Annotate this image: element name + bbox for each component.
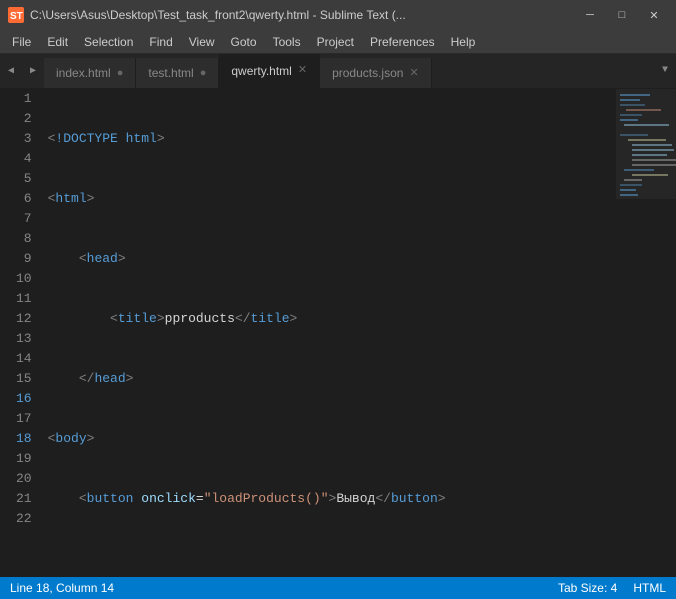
code-line-5: </head> [48,369,616,389]
svg-text:ST: ST [10,11,23,22]
cursor-position[interactable]: Line 18, Column 14 [10,581,114,595]
minimize-button[interactable]: ─ [576,5,604,25]
tab-size[interactable]: Tab Size: 4 [558,581,617,595]
menu-preferences[interactable]: Preferences [362,30,443,53]
tab-overflow-button[interactable]: ▼ [654,54,676,88]
code-line-8 [48,549,616,569]
app-icon: ST [8,7,24,23]
menu-project[interactable]: Project [309,30,362,53]
menu-help[interactable]: Help [443,30,484,53]
status-right: Tab Size: 4 HTML [558,581,666,595]
menu-file[interactable]: File [4,30,39,53]
tab-close-icon[interactable]: ● [200,68,207,79]
menu-tools[interactable]: Tools [265,30,309,53]
menu-goto[interactable]: Goto [223,30,265,53]
menu-view[interactable]: View [181,30,223,53]
menu-bar: File Edit Selection Find View Goto Tools… [0,30,676,54]
status-bar: Line 18, Column 14 Tab Size: 4 HTML [0,577,676,599]
code-line-4: <title>pproducts</title> [48,309,616,329]
minimap[interactable] [616,89,676,577]
editor: 1 2 3 4 5 6 7 8 9 10 11 12 13 14 15 16 1… [0,89,676,577]
maximize-button[interactable]: □ [608,5,636,25]
menu-selection[interactable]: Selection [76,30,141,53]
tab-label: products.json [332,66,403,80]
tab-qwerty-html[interactable]: qwerty.html ✕ [219,54,320,88]
tab-products-json[interactable]: products.json ✕ [320,58,432,88]
tab-prev-button[interactable]: ◀ [0,54,22,88]
close-button[interactable]: ✕ [640,5,668,25]
menu-edit[interactable]: Edit [39,30,76,53]
tab-test-html[interactable]: test.html ● [136,58,219,88]
language-mode[interactable]: HTML [633,581,666,595]
title-bar: ST C:\Users\Asus\Desktop\Test_task_front… [0,0,676,30]
code-editor[interactable]: <!DOCTYPE html> <html> <head> <title>ppr… [44,89,616,577]
tab-next-button[interactable]: ▶ [22,54,44,88]
tab-close-icon[interactable]: ✕ [298,65,307,76]
tab-label: index.html [56,66,111,80]
code-line-3: <head> [48,249,616,269]
window-controls: ─ □ ✕ [576,5,668,25]
tab-close-icon[interactable]: ✕ [409,68,418,79]
window-title: C:\Users\Asus\Desktop\Test_task_front2\q… [30,8,576,22]
code-line-1: <!DOCTYPE html> [48,129,616,149]
line-numbers: 1 2 3 4 5 6 7 8 9 10 11 12 13 14 15 16 1… [0,89,44,577]
tab-index-html[interactable]: index.html ● [44,58,136,88]
tab-bar: ◀ ▶ index.html ● test.html ● qwerty.html… [0,54,676,89]
code-line-7: <button onclick="loadProducts()">Вывод</… [48,489,616,509]
menu-find[interactable]: Find [141,30,180,53]
tab-label: test.html [148,66,193,80]
code-line-6: <body> [48,429,616,449]
tab-label: qwerty.html [231,64,291,78]
code-line-2: <html> [48,189,616,209]
tab-close-icon[interactable]: ● [117,68,124,79]
status-left: Line 18, Column 14 [10,581,114,595]
